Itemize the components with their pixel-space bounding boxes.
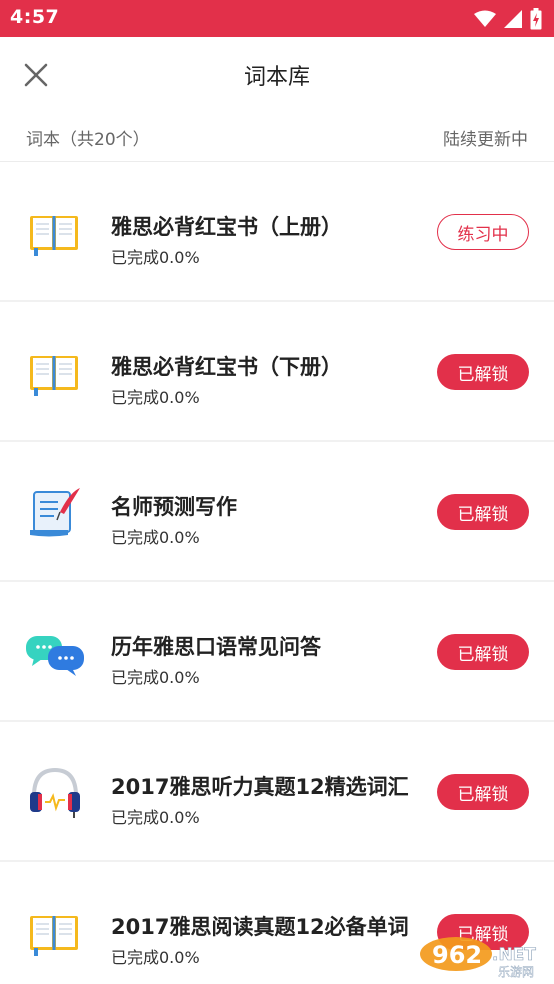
book-progress: 已完成0.0% <box>111 248 200 267</box>
book-item[interactable]: 2017雅思听力真题12精选词汇 已完成0.0% 已解锁 <box>0 722 554 862</box>
list-summary-bar: 词本（共20个） 陆续更新中 <box>0 111 554 162</box>
header: 词本库 <box>0 37 554 111</box>
battery-icon <box>530 8 542 30</box>
chat-bubbles-icon <box>26 636 84 676</box>
unlocked-button[interactable]: 已解锁 <box>437 494 529 530</box>
updating-label: 陆续更新中 <box>443 130 528 150</box>
status-time: 4:57 <box>10 6 60 28</box>
svg-text:962: 962 <box>432 941 482 969</box>
svg-text:.NET: .NET <box>492 945 536 965</box>
practicing-button[interactable]: 练习中 <box>437 214 529 250</box>
book-progress: 已完成0.0% <box>111 668 200 687</box>
signal-icon <box>504 10 522 28</box>
open-book-icon <box>30 216 78 256</box>
unlocked-button[interactable]: 已解锁 <box>437 354 529 390</box>
open-book-icon <box>30 916 78 956</box>
svg-text:乐游网: 乐游网 <box>498 965 534 978</box>
book-progress: 已完成0.0% <box>111 948 200 967</box>
book-title: 历年雅思口语常见问答 <box>111 635 321 659</box>
book-item[interactable]: 雅思必背红宝书（下册） 已完成0.0% 已解锁 <box>0 302 554 442</box>
book-item[interactable]: 历年雅思口语常见问答 已完成0.0% 已解锁 <box>0 582 554 722</box>
wifi-icon <box>474 10 496 27</box>
book-title: 2017雅思听力真题12精选词汇 <box>111 775 409 799</box>
book-title: 2017雅思阅读真题12必备单词 <box>111 915 409 939</box>
unlocked-button[interactable]: 已解锁 <box>437 634 529 670</box>
page-title: 词本库 <box>243 65 310 90</box>
book-progress: 已完成0.0% <box>111 388 200 407</box>
status-bar: 4:57 <box>0 0 554 37</box>
book-title: 雅思必背红宝书（下册） <box>111 355 342 379</box>
book-title: 雅思必背红宝书（上册） <box>111 215 342 239</box>
book-list: 雅思必背红宝书（上册） 已完成0.0% 练习中 雅思必背红宝书（下册） 已完成0… <box>0 162 554 984</box>
book-progress: 已完成0.0% <box>111 528 200 547</box>
unlocked-button[interactable]: 已解锁 <box>437 774 529 810</box>
book-count-label: 词本（共20个） <box>26 130 150 150</box>
watermark-logo: 962 .NET 乐游网 <box>420 937 537 978</box>
quill-document-icon <box>30 488 80 537</box>
book-title: 名师预测写作 <box>111 495 237 519</box>
headphones-icon <box>30 767 80 818</box>
book-item[interactable]: 雅思必背红宝书（上册） 已完成0.0% 练习中 <box>0 162 554 302</box>
book-item[interactable]: 名师预测写作 已完成0.0% 已解锁 <box>0 442 554 582</box>
book-progress: 已完成0.0% <box>111 808 200 827</box>
status-icons <box>474 8 542 30</box>
open-book-icon <box>30 356 78 396</box>
